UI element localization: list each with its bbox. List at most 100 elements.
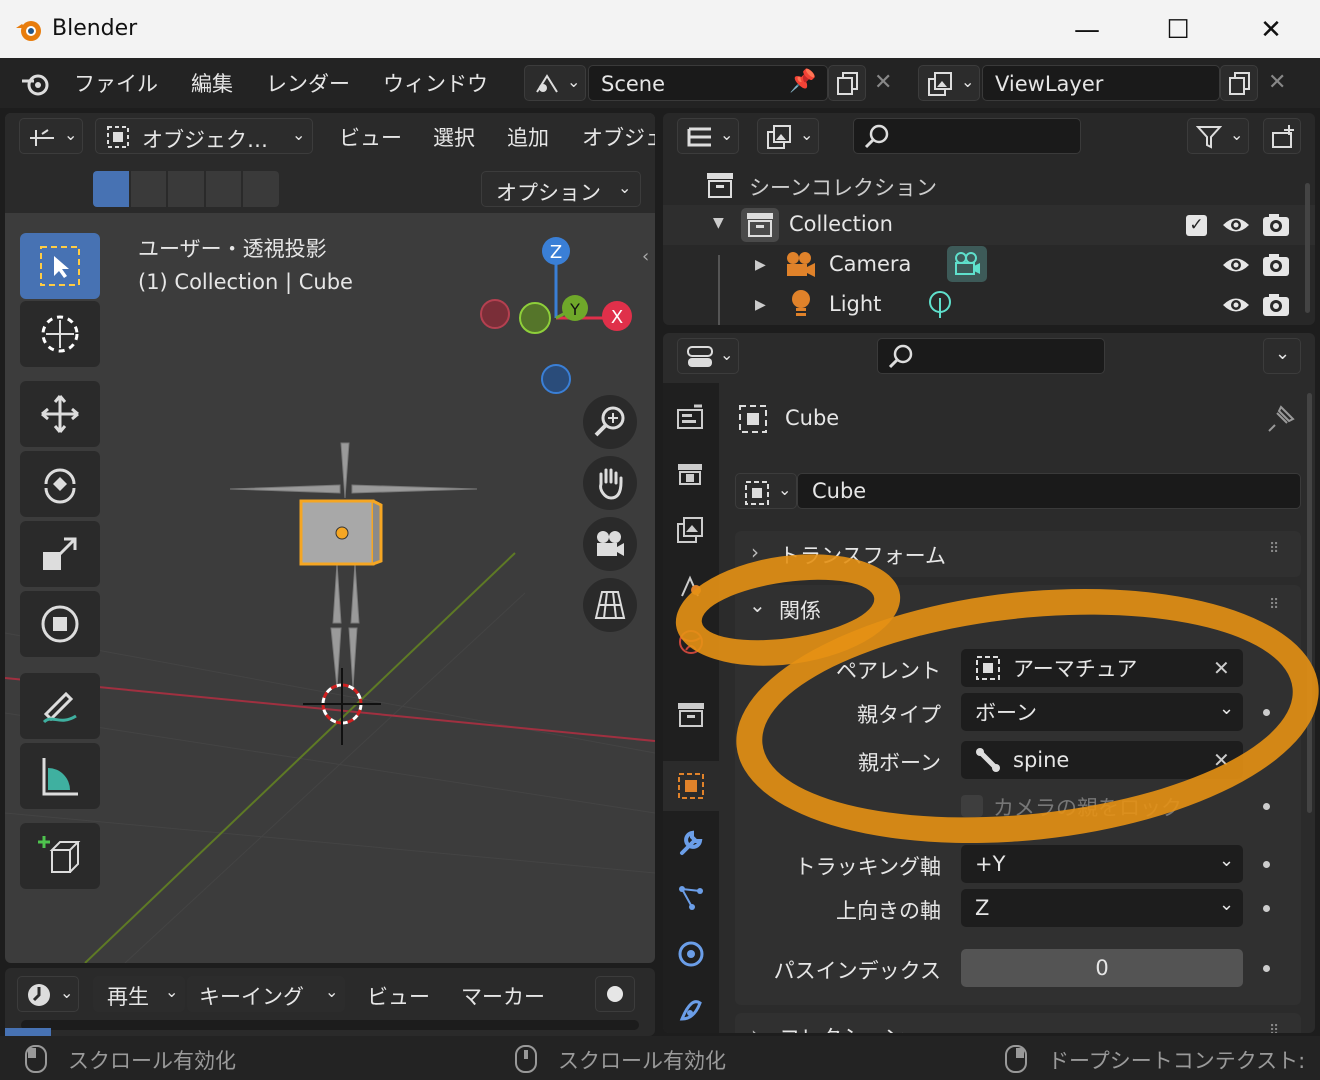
tab-particles[interactable] [663, 873, 719, 923]
timeline-menu-keying[interactable]: キーイング ⌄ [187, 976, 345, 1012]
scale-tool[interactable] [20, 521, 100, 587]
viewlayer-name-field[interactable]: ViewLayer [982, 65, 1220, 101]
scene-name-field[interactable]: Scene 📌 [588, 65, 828, 101]
transform-panel-header[interactable]: › トランスフォーム ⠿ [735, 531, 1301, 577]
hide-in-viewport-icon[interactable] [1221, 254, 1251, 276]
tab-constraints[interactable] [663, 985, 719, 1033]
menu-file[interactable]: ファイル [74, 68, 158, 98]
hide-in-viewport-icon[interactable] [1221, 214, 1251, 236]
viewport-menu-view[interactable]: ビュー [339, 122, 402, 152]
delete-viewlayer-icon[interactable]: ✕ [1268, 70, 1286, 95]
timeline-scrollbar[interactable] [21, 1020, 639, 1030]
timeline-menu-playback[interactable]: 再生 ⌄ [93, 976, 185, 1012]
relations-panel-title[interactable]: 関係 [779, 595, 821, 625]
sidebar-toggle-icon[interactable]: ‹ [642, 246, 649, 267]
expand-camera-icon[interactable]: ▶ [755, 257, 766, 273]
animate-property-dot[interactable] [1263, 861, 1270, 868]
animate-property-dot[interactable] [1263, 803, 1270, 810]
camera-view-button[interactable] [583, 517, 637, 571]
new-scene-button[interactable] [828, 65, 866, 101]
cursor-tool[interactable] [20, 301, 100, 367]
current-frame-indicator[interactable] [5, 1028, 51, 1036]
drag-handle-icon[interactable]: ⠿ [1269, 1023, 1279, 1033]
menu-edit[interactable]: 編集 [191, 68, 233, 98]
tab-modifiers[interactable] [663, 817, 719, 867]
new-collection-button[interactable] [1263, 118, 1301, 154]
render-toggle-icon[interactable] [1261, 212, 1291, 238]
tab-physics[interactable] [663, 929, 719, 979]
select-invert-icon[interactable] [205, 171, 242, 207]
measure-tool[interactable] [20, 743, 100, 809]
minimize-button[interactable]: — [1064, 10, 1110, 50]
expand-light-icon[interactable]: ▶ [755, 297, 766, 313]
viewlayer-selector-button[interactable]: ⌄ [918, 65, 980, 101]
collections-panel-header[interactable]: › コレクション ⠿ [735, 1013, 1301, 1033]
outliner-scrollbar[interactable] [1305, 183, 1310, 313]
3d-viewport[interactable]: ⌄ オブジェク… ⌄ ビュー 選択 追加 オブジェ オプション ⌄ ユーザー・透… [5, 113, 655, 963]
annotate-tool[interactable] [20, 673, 100, 739]
display-mode-button[interactable]: ⌄ [757, 118, 819, 154]
parent-type-dropdown[interactable]: ボーン ⌄ [961, 693, 1243, 731]
select-extend-icon[interactable] [130, 171, 167, 207]
camera-name[interactable]: Camera [829, 252, 911, 276]
new-viewlayer-button[interactable] [1220, 65, 1258, 101]
outliner-search-input[interactable] [853, 118, 1081, 154]
navigation-gizmo[interactable]: Z Y X [475, 233, 645, 398]
outliner-editor-type-button[interactable]: ⌄ [677, 118, 739, 154]
up-axis-dropdown[interactable]: Z ⌄ [961, 889, 1243, 927]
pass-index-field[interactable]: 0 [961, 949, 1243, 987]
pin-icon[interactable] [1267, 403, 1297, 433]
hide-in-viewport-icon[interactable] [1221, 294, 1251, 316]
timeline-menu-view[interactable]: ビュー [367, 981, 430, 1011]
pan-button[interactable] [583, 456, 637, 510]
animate-property-dot[interactable] [1263, 965, 1270, 972]
tab-output[interactable] [663, 505, 719, 555]
tab-view-layer[interactable] [663, 561, 719, 611]
collection-name[interactable]: Collection [789, 212, 893, 236]
light-name[interactable]: Light [829, 292, 881, 316]
chevron-down-icon[interactable]: ⌄ [749, 593, 766, 617]
scene-collection-label[interactable]: シーンコレクション [749, 172, 937, 202]
drag-handle-icon[interactable]: ⠿ [1269, 597, 1279, 613]
light-data-icon[interactable] [927, 290, 953, 320]
editor-type-button[interactable]: ⌄ [19, 118, 83, 154]
viewport-menu-object[interactable]: オブジェ [582, 122, 655, 152]
add-cube-tool[interactable] [20, 823, 100, 889]
transform-tool[interactable] [20, 591, 100, 657]
pin-icon[interactable]: 📌 [789, 69, 816, 94]
delete-scene-icon[interactable]: ✕ [874, 70, 892, 95]
tab-world[interactable] [663, 617, 719, 667]
timeline-menu-marker[interactable]: マーカー [461, 981, 545, 1011]
scene-selector-button[interactable]: ⌄ [524, 65, 586, 101]
camera-data-icon[interactable] [947, 246, 987, 282]
render-toggle-icon[interactable] [1261, 292, 1291, 318]
select-box-tool[interactable] [20, 233, 100, 299]
viewport-menu-select[interactable]: 選択 [433, 122, 475, 152]
close-window-button[interactable]: ✕ [1248, 10, 1294, 50]
filter-button[interactable]: ⌄ [1187, 118, 1249, 154]
render-toggle-icon[interactable] [1261, 252, 1291, 278]
viewport-menu-add[interactable]: 追加 [507, 122, 549, 152]
expand-collection-icon[interactable]: ▼ [713, 215, 724, 231]
viewport-options-button[interactable]: オプション ⌄ [481, 171, 641, 207]
tab-object[interactable] [663, 761, 719, 811]
properties-scrollbar[interactable] [1307, 393, 1312, 813]
object-browse-button[interactable]: ⌄ [735, 473, 797, 509]
record-button[interactable] [595, 976, 635, 1012]
maximize-button[interactable]: ☐ [1155, 10, 1201, 50]
move-tool[interactable] [20, 381, 100, 447]
zoom-button[interactable] [583, 395, 637, 449]
menu-render[interactable]: レンダー [266, 68, 350, 98]
select-new-icon[interactable] [93, 171, 129, 207]
lock-camera-checkbox[interactable] [961, 795, 983, 817]
tab-render[interactable] [663, 449, 719, 499]
animate-property-dot[interactable] [1263, 709, 1270, 716]
collection-checkbox[interactable]: ✓ [1186, 215, 1207, 236]
select-intersect-icon[interactable] [243, 171, 279, 207]
mode-selector[interactable]: オブジェク… ⌄ [95, 118, 313, 154]
blender-menu-icon[interactable] [20, 70, 52, 98]
rotate-tool[interactable] [20, 451, 100, 517]
properties-options-button[interactable]: ⌄ [1263, 338, 1301, 374]
timeline-editor-type-button[interactable]: ⌄ [17, 976, 79, 1012]
parent-field[interactable]: アーマチュア ✕ [961, 649, 1243, 687]
